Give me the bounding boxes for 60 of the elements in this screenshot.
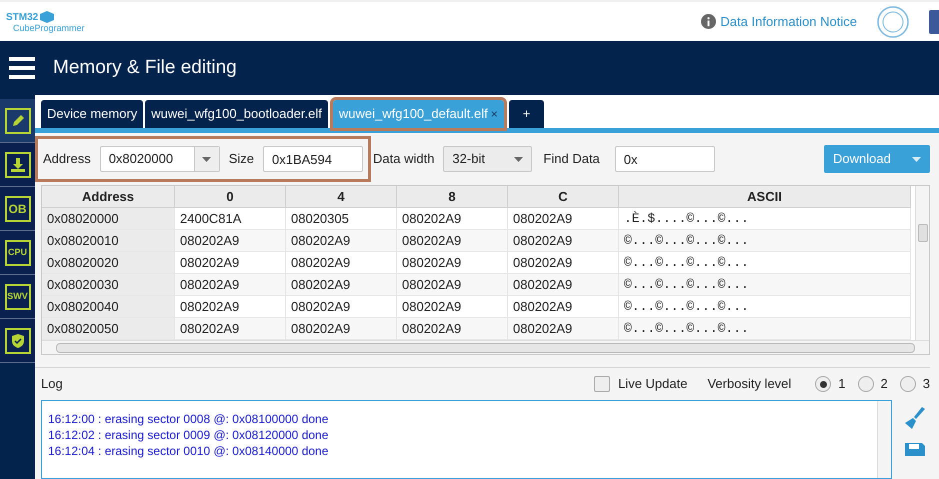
- column-header: C: [508, 186, 619, 208]
- address-combo[interactable]: 0x8020000: [100, 146, 220, 172]
- column-header: ASCII: [619, 186, 911, 208]
- close-icon[interactable]: ×: [490, 105, 498, 123]
- column-header: 8: [397, 186, 508, 208]
- download-icon: [10, 156, 26, 172]
- sidebar-item[interactable]: SWV: [0, 275, 35, 319]
- page-title: Memory & File editing: [53, 56, 237, 80]
- log-label: Log: [41, 375, 63, 394]
- save-icon[interactable]: [904, 442, 926, 456]
- column-header: 4: [286, 186, 397, 208]
- tab[interactable]: Device memory: [41, 100, 144, 128]
- sidebar-label: CPU: [8, 246, 27, 259]
- row-header: 0x08020030: [42, 274, 175, 296]
- app-logo: STM32 CubeProgrammer: [6, 10, 85, 32]
- log-line: 16:12:00 : erasing sector 0008 @: 0x08100000 done: [48, 411, 330, 427]
- row-header: 0x08020000: [42, 208, 175, 230]
- log-line: 16:12:02 : erasing sector 0009 @: 0x08120000 done: [48, 427, 330, 443]
- tab[interactable]: +: [508, 100, 544, 128]
- live-update-checkbox[interactable]: Live Update: [594, 374, 688, 394]
- log-line: 16:12:04 : erasing sector 0010 @: 0x08140000 done: [48, 443, 330, 459]
- verbosity-radio[interactable]: 2: [858, 374, 888, 394]
- row-header: 0x08020010: [42, 230, 175, 252]
- data-width-label: Data width: [373, 150, 434, 168]
- horizontal-scrollbar[interactable]: [42, 340, 929, 354]
- sidebar-label: OB: [8, 200, 26, 218]
- brush-icon[interactable]: [904, 406, 926, 430]
- row-header: 0x08020040: [42, 296, 175, 318]
- social-icon[interactable]: [929, 10, 939, 34]
- find-data-label: Find Data: [543, 150, 600, 168]
- badge-icon: [877, 6, 909, 38]
- info-icon: [701, 14, 716, 29]
- size-field[interactable]: 0x1BA594: [263, 146, 363, 172]
- column-header: Address: [42, 186, 175, 208]
- data-width-select[interactable]: 32-bit: [443, 146, 532, 172]
- sidebar-item[interactable]: [0, 99, 35, 143]
- row-header: 0x08020020: [42, 252, 175, 274]
- sidebar-item[interactable]: [0, 319, 35, 363]
- sidebar-item[interactable]: CPU: [0, 231, 35, 275]
- sidebar-label: SWV: [7, 290, 28, 303]
- address-label: Address: [43, 150, 91, 168]
- tab[interactable]: wuwei_wfg100_default.elf ×: [332, 100, 504, 128]
- caret-icon: [514, 156, 524, 162]
- sidebar-item[interactable]: OB: [0, 187, 35, 231]
- find-data-field[interactable]: 0x: [614, 146, 715, 172]
- column-header: 0: [175, 186, 286, 208]
- vertical-scrollbar[interactable]: [877, 401, 891, 478]
- tab[interactable]: wuwei_wfg100_bootloader.elf: [145, 100, 328, 128]
- caret-icon: [202, 156, 212, 162]
- shield-icon: [10, 332, 26, 348]
- data-notice-link[interactable]: Data Information Notice: [720, 12, 857, 32]
- verbosity-radio[interactable]: 1: [815, 374, 846, 394]
- verbosity-label: Verbosity level: [707, 375, 792, 394]
- sidebar-item[interactable]: [0, 143, 35, 187]
- size-label: Size: [228, 150, 254, 168]
- verbosity-radio[interactable]: 3: [900, 374, 930, 394]
- caret-icon: [912, 156, 921, 162]
- vertical-scrollbar[interactable]: [915, 186, 929, 340]
- menu-icon[interactable]: [9, 57, 35, 79]
- row-header: 0x08020050: [42, 318, 175, 340]
